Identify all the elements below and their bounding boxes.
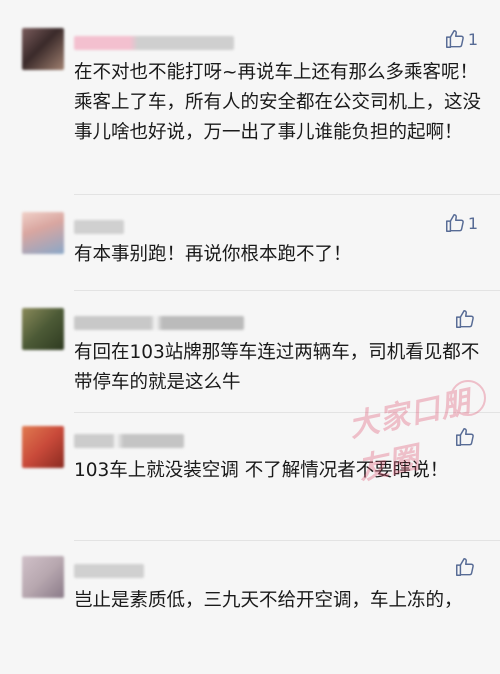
comment-text: 有回在103站牌那等车连过两辆车，司机看见都不带停车的就是这么牛 [74, 342, 480, 393]
avatar-image [22, 212, 64, 254]
comment-text: 有本事别跑！再说你根本跑不了！ [74, 244, 352, 265]
avatar-image [22, 556, 64, 598]
blurred-username[interactable] [74, 564, 144, 578]
divider [74, 194, 500, 195]
divider [74, 290, 500, 291]
like-count: 1 [467, 213, 478, 233]
comment-text: 在不对也不能打呀~再说车上还有那么多乘客呢！乘客上了车，所有人的安全都在公交司机… [74, 62, 482, 143]
blurred-username[interactable] [74, 316, 244, 330]
avatar-image [22, 308, 64, 350]
divider [74, 540, 500, 541]
thumbs-up-icon [454, 308, 476, 330]
comment-text: 103车上就没装空调 不了解情况者不要瞎说！ [74, 460, 449, 481]
avatar[interactable] [22, 426, 64, 468]
like-button[interactable] [454, 556, 478, 578]
like-count: 1 [467, 29, 478, 49]
thumbs-up-icon [454, 426, 476, 448]
blurred-username[interactable] [74, 434, 184, 448]
like-button[interactable]: 1 [444, 212, 478, 234]
like-button[interactable]: 1 [444, 28, 478, 50]
avatar[interactable] [22, 556, 64, 598]
divider [74, 412, 500, 413]
thumbs-up-icon [444, 28, 466, 50]
thumbs-up-icon [444, 212, 466, 234]
avatar-image [22, 28, 64, 70]
avatar[interactable] [22, 212, 64, 254]
like-button[interactable] [454, 426, 478, 448]
avatar-image [22, 426, 64, 468]
blurred-username[interactable] [74, 220, 124, 234]
comment-text: 岂止是素质低，三九天不给开空调，车上冻的， [74, 590, 463, 611]
avatar[interactable] [22, 28, 64, 70]
avatar[interactable] [22, 308, 64, 350]
blurred-username[interactable] [74, 36, 234, 50]
like-button[interactable] [454, 308, 478, 330]
thumbs-up-icon [454, 556, 476, 578]
